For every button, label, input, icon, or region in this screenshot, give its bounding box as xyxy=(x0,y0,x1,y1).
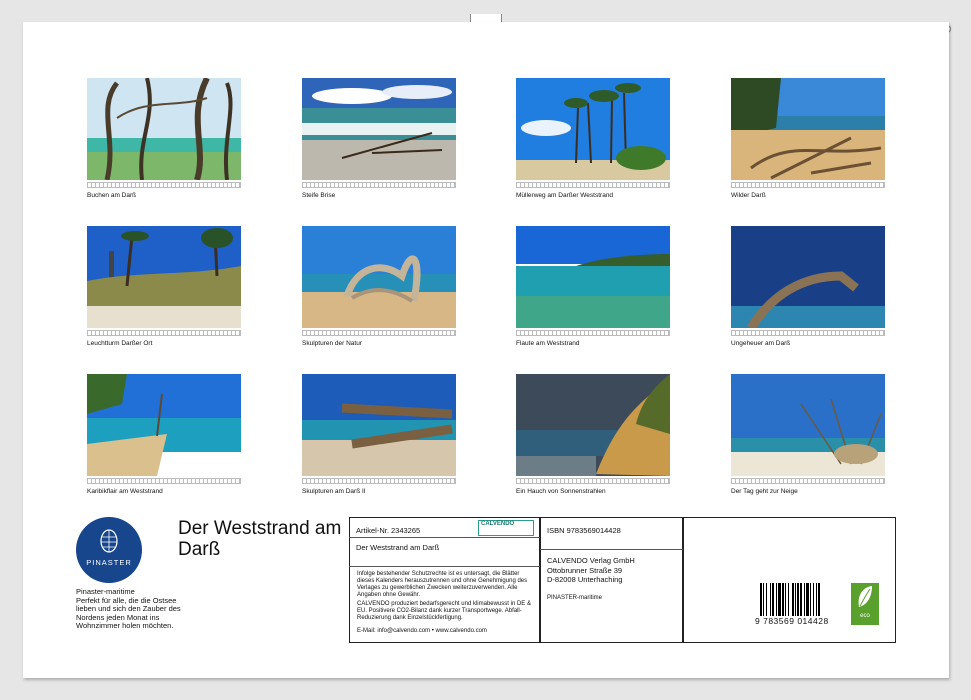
publisher-description: Perfekt für alle, die die Ostsee lieben … xyxy=(76,595,181,630)
month-thumbnail-1[interactable]: Buchen am Darß xyxy=(87,78,241,199)
month-thumbnail-4[interactable]: Wilder Darß xyxy=(731,78,885,199)
contact-text: E-Mail: info@calvendo.com • www.calvendo… xyxy=(357,628,487,634)
address: CALVENDO Verlag GmbH Ottobrunner Straße … xyxy=(547,556,635,585)
eco-label: eco xyxy=(860,613,870,619)
caption: Flaute am Weststrand xyxy=(516,340,580,347)
mini-calendar-strip xyxy=(302,182,456,188)
isbn: ISBN 9783569014428 xyxy=(547,526,621,535)
photo-stiff-breeze xyxy=(302,78,456,180)
caption: Ein Hauch von Sonnenstrahlen xyxy=(516,488,606,495)
photo-muellerweg xyxy=(516,78,670,180)
caption: Leuchtturm Darßer Ort xyxy=(87,340,153,347)
mini-calendar-strip xyxy=(87,478,241,484)
month-thumbnail-9[interactable]: Karibikflair am Weststrand xyxy=(87,374,241,495)
mini-calendar-strip xyxy=(87,182,241,188)
logo-text: PINASTER xyxy=(86,558,132,567)
mini-calendar-strip xyxy=(302,330,456,336)
divider xyxy=(349,537,540,538)
mini-calendar-strip xyxy=(516,182,670,188)
caption: Steife Brise xyxy=(302,192,336,199)
photo-beech-trees xyxy=(87,78,241,180)
photo-caribbean-flair xyxy=(87,374,241,476)
month-thumbnail-8[interactable]: Ungeheuer am Darß xyxy=(731,226,885,347)
copyright-text: Infolge bestehender Schutzrechte ist es … xyxy=(357,571,528,598)
article-number: Artikel-Nr. 2343265 xyxy=(356,526,421,535)
month-thumbnail-6[interactable]: Skulpturen der Natur xyxy=(302,226,456,347)
caption: Skulpturen der Natur xyxy=(302,340,362,347)
photo-sunbeams xyxy=(516,374,670,476)
mini-calendar-strip xyxy=(87,330,241,336)
caption: Skulpturen am Darß II xyxy=(302,488,366,495)
month-thumbnail-12[interactable]: Der Tag geht zur Neige xyxy=(731,374,885,495)
info-title: Der Weststrand am Darß xyxy=(356,543,440,552)
mini-calendar-strip xyxy=(731,330,885,336)
caption: Wilder Darß xyxy=(731,192,766,199)
photo-wild-darss xyxy=(731,78,885,180)
month-thumbnail-10[interactable]: Skulpturen am Darß II xyxy=(302,374,456,495)
photo-calm-weststrand xyxy=(516,226,670,328)
mini-calendar-strip xyxy=(516,478,670,484)
mini-calendar-strip xyxy=(731,182,885,188)
address-line: CALVENDO Verlag GmbH xyxy=(547,556,635,565)
caption: Müllerweg am Darßer Weststrand xyxy=(516,192,614,199)
photo-nature-sculptures xyxy=(302,226,456,328)
pine-cone-icon xyxy=(100,529,118,553)
photo-lighthouse xyxy=(87,226,241,328)
caption: Karibikflair am Weststrand xyxy=(87,488,163,495)
mini-calendar-strip xyxy=(731,478,885,484)
caption: Ungeheuer am Darß xyxy=(731,340,791,347)
calvendo-logo: CALVENDO xyxy=(478,520,534,536)
publisher-info: Pinaster-maritime Perfekt für alle, die … xyxy=(76,587,186,631)
month-thumbnail-3[interactable]: Müllerweg am Darßer Weststrand xyxy=(516,78,670,199)
mini-calendar-strip xyxy=(302,478,456,484)
photo-day-ending xyxy=(731,374,885,476)
calendar-title: Der Weststrand am Darß xyxy=(178,518,342,560)
caption: Der Tag geht zur Neige xyxy=(731,488,798,495)
eco-badge: eco xyxy=(851,583,879,625)
month-thumbnail-7[interactable]: Flaute am Weststrand xyxy=(516,226,670,347)
divider xyxy=(540,549,683,550)
author: PINASTER-maritime xyxy=(547,595,603,601)
divider xyxy=(349,566,540,567)
month-thumbnail-5[interactable]: Leuchtturm Darßer Ort xyxy=(87,226,241,347)
month-thumbnail-11[interactable]: Ein Hauch von Sonnenstrahlen xyxy=(516,374,670,495)
pinaster-logo: PINASTER xyxy=(76,517,142,583)
address-line: Ottobrunner Straße 39 xyxy=(547,565,623,575)
address-line: D-82008 Unterhaching xyxy=(547,575,623,584)
mini-calendar-strip xyxy=(516,330,670,336)
barcode-digits: 9 783569 014428 xyxy=(755,616,829,626)
month-thumbnail-2[interactable]: Steife Brise xyxy=(302,78,456,199)
leaf-icon xyxy=(858,586,872,607)
photo-monster xyxy=(731,226,885,328)
caption: Buchen am Darß xyxy=(87,192,137,199)
climate-text: CALVENDO produziert bedarfsgerecht und k… xyxy=(357,601,531,621)
photo-sculptures-ii xyxy=(302,374,456,476)
